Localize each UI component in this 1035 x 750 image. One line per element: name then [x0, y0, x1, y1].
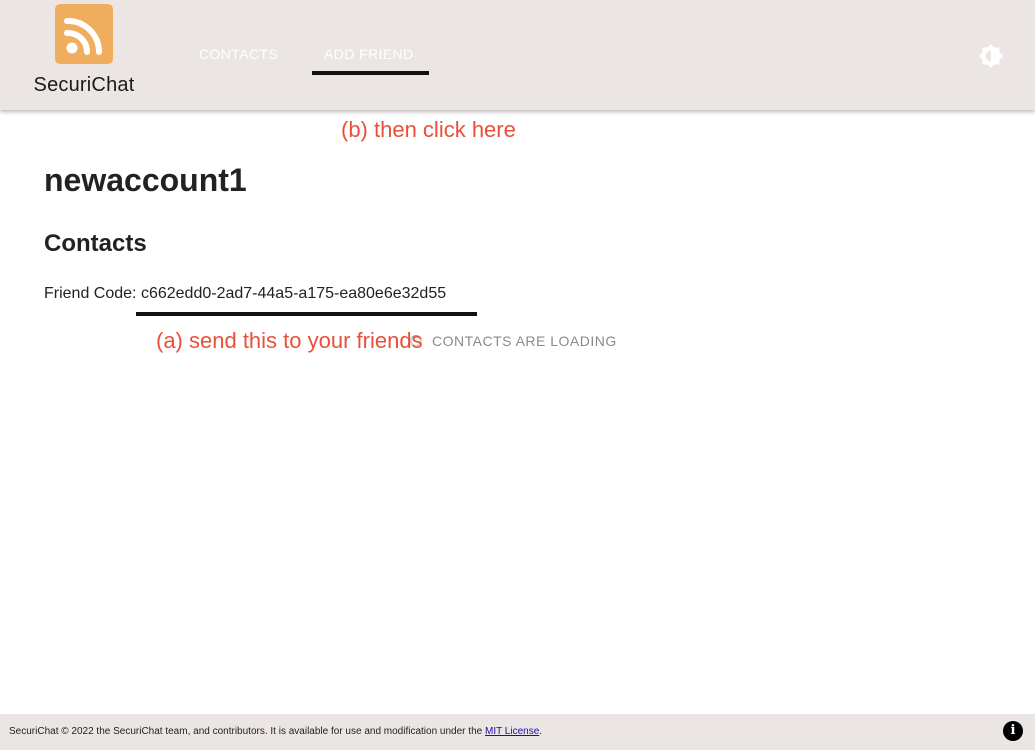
theme-toggle-button[interactable]: [978, 43, 1004, 69]
friend-code-underline: [136, 312, 477, 316]
footer-text: SecuriChat © 2022 the SecuriChat team, a…: [9, 726, 542, 737]
annotation-click-here: (b) then click here: [341, 117, 516, 142]
friend-code-row: Friend Code: c662edd0-2ad7-44a5-a175-ea8…: [44, 285, 446, 303]
active-tab-indicator: [312, 71, 429, 75]
tab-add-friend[interactable]: ADD FRIEND: [324, 46, 414, 62]
app-name: SecuriChat: [33, 74, 135, 96]
brightness-icon: [978, 44, 1004, 73]
friend-code-label: Friend Code:: [44, 285, 137, 302]
section-title-contacts: Contacts: [44, 230, 147, 257]
app-header: SecuriChat CONTACTS ADD FRIEND: [0, 0, 1035, 110]
friend-code-value[interactable]: c662edd0-2ad7-44a5-a175-ea80e6e32d55: [141, 285, 446, 302]
account-name: newaccount1: [44, 162, 247, 198]
app-logo-link[interactable]: SecuriChat: [24, 4, 144, 100]
info-button[interactable]: i: [1003, 721, 1023, 741]
footer-copyright: SecuriChat © 2022 the SecuriChat team, a…: [9, 726, 483, 737]
rss-feed-icon: [55, 4, 113, 64]
app-footer: SecuriChat © 2022 the SecuriChat team, a…: [0, 714, 1035, 750]
tab-contacts[interactable]: CONTACTS: [199, 46, 278, 62]
app-page: SecuriChat CONTACTS ADD FRIEND (b) then …: [0, 0, 1035, 750]
mit-license-link[interactable]: MIT License: [485, 726, 539, 737]
footer-period: .: [539, 726, 543, 737]
annotation-send-this: (a) send this to your friends: [156, 328, 423, 353]
info-icon: i: [1010, 723, 1016, 738]
loading-text: CONTACTS ARE LOADING: [432, 333, 617, 349]
contacts-loading-status: CONTACTS ARE LOADING: [410, 333, 617, 349]
